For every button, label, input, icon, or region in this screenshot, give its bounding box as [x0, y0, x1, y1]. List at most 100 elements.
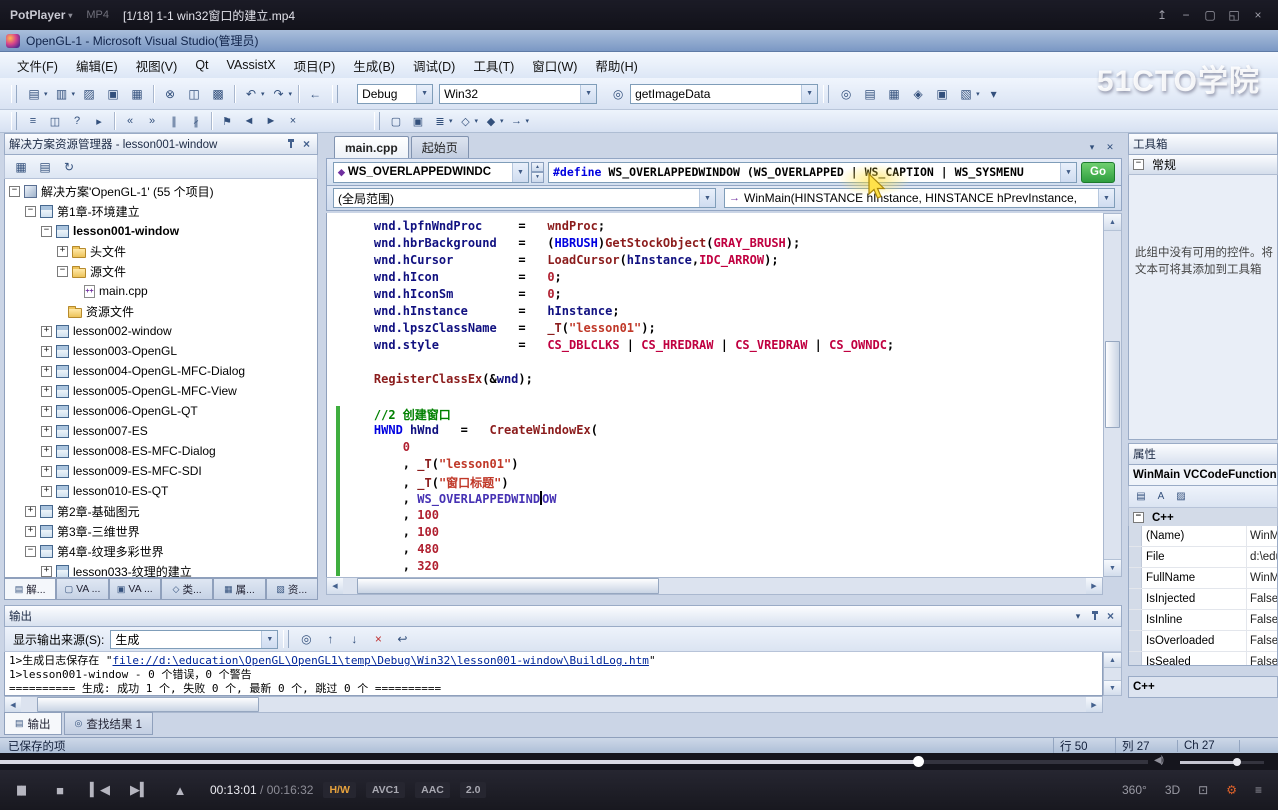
tree-expand-icon[interactable]: + — [41, 366, 52, 377]
settings-gear-icon[interactable]: ⚙ — [1226, 783, 1237, 797]
va-definition-combo[interactable]: #define WS_OVERLAPPEDWINDOW (WS_OVERLAPP… — [548, 162, 1077, 183]
va-spin-up-icon[interactable]: ▲ — [531, 162, 544, 173]
clear-all-icon[interactable]: × — [367, 628, 389, 650]
word-wrap-icon[interactable]: ↩ — [391, 628, 413, 650]
tree-item[interactable]: +lesson010-ES-QT — [5, 481, 317, 501]
tree-item[interactable]: +lesson009-ES-MFC-SDI — [5, 461, 317, 481]
tree-expand-icon[interactable]: + — [41, 406, 52, 417]
va-find-combo[interactable]: getImageData▼ — [630, 84, 818, 104]
tree-expand-icon[interactable]: − — [25, 206, 36, 217]
tree-expand-icon[interactable]: − — [57, 266, 68, 277]
show-all-files-icon[interactable]: ▤ — [34, 156, 56, 178]
toolbar-grip[interactable] — [332, 85, 338, 103]
output-tab[interactable]: ◎查找结果 1 — [64, 712, 153, 735]
va-context-icon[interactable]: ◇ — [456, 112, 476, 131]
context-combo[interactable]: → WinMain(HINSTANCE hInstance, HINSTANCE… — [724, 188, 1115, 208]
tree-expand-icon[interactable]: + — [41, 386, 52, 397]
solution-explorer-icon[interactable]: ▤ — [859, 83, 881, 105]
explorer-tab[interactable]: ▣VA ... — [109, 578, 161, 600]
tree-item[interactable]: +lesson005-OpenGL-MFC-View — [5, 381, 317, 401]
fullscreen-icon[interactable]: ◱ — [1222, 5, 1246, 25]
pause-button[interactable]: ▮▮ — [0, 782, 40, 798]
chevron-down-icon[interactable]: ▼ — [699, 189, 715, 207]
menu-item[interactable]: 窗口(W) — [523, 52, 586, 79]
dropdown-arrow-icon[interactable]: ▾ — [72, 90, 76, 98]
tree-expand-icon[interactable]: + — [41, 446, 52, 457]
va-refactor-icon[interactable]: ◆ — [481, 112, 501, 131]
scrollbar-thumb[interactable] — [1105, 341, 1120, 428]
chevron-down-icon[interactable]: ▼ — [1060, 163, 1076, 182]
screen-capture-icon[interactable]: ⊡ — [1198, 783, 1208, 797]
bookmark-prev-icon[interactable]: ◄ — [239, 112, 259, 131]
output-log[interactable]: 1>生成日志保存在 "file://d:\education\OpenGL\Op… — [4, 652, 1103, 696]
scroll-up-icon[interactable]: ▲ — [1104, 653, 1121, 668]
document-tab[interactable]: main.cpp — [334, 136, 409, 158]
document-tab[interactable]: 起始页 — [411, 136, 469, 158]
editor-vertical-scrollbar[interactable]: ▲ ▼ — [1103, 213, 1122, 577]
va-methods-list-icon[interactable]: ≣ — [430, 112, 450, 131]
parameter-info-icon[interactable]: ◫ — [45, 112, 65, 131]
maximize-icon[interactable]: ▢ — [1198, 5, 1222, 25]
editor-horizontal-scrollbar[interactable]: ◀ ▶ — [326, 577, 1103, 595]
tree-item[interactable]: ++main.cpp — [5, 281, 317, 301]
menu-item[interactable]: 调试(D) — [404, 52, 464, 79]
properties-object-combo[interactable]: WinMain VCCodeFunction — [1128, 465, 1278, 486]
tree-item[interactable]: −源文件 — [5, 261, 317, 281]
tree-expand-icon[interactable]: + — [41, 326, 52, 337]
scope-combo[interactable]: (全局范围) ▼ — [333, 188, 716, 208]
dropdown-arrow-icon[interactable]: ▾ — [44, 90, 48, 98]
refresh-icon[interactable]: ↻ — [58, 156, 80, 178]
explorer-tab[interactable]: ▧资... — [266, 578, 318, 600]
tree-item[interactable]: +lesson003-OpenGL — [5, 341, 317, 361]
find-message-icon[interactable]: ◎ — [295, 628, 317, 650]
360-view-icon[interactable]: 360° — [1122, 783, 1147, 797]
toolbox-icon[interactable]: ▣ — [931, 83, 953, 105]
tree-expand-icon[interactable]: + — [41, 486, 52, 497]
toolbar-grip[interactable] — [374, 112, 380, 130]
previous-button[interactable]: ▍◀ — [80, 782, 120, 798]
scroll-right-icon[interactable]: ▶ — [1086, 697, 1102, 712]
paste-icon[interactable]: ▩ — [207, 83, 229, 105]
property-row[interactable]: FullNameWinMa — [1129, 568, 1277, 589]
word-completion-icon[interactable]: ▸ — [89, 112, 109, 131]
indent-decrease-icon[interactable]: « — [120, 112, 140, 131]
tree-expand-icon[interactable]: + — [41, 466, 52, 477]
find-in-files-icon[interactable]: ◎ — [835, 83, 857, 105]
chevron-down-icon[interactable]: ▾ — [1070, 608, 1086, 624]
dropdown-arrow-icon[interactable]: ▾ — [526, 117, 530, 125]
scroll-left-icon[interactable]: ◀ — [5, 697, 21, 712]
scrollbar-thumb[interactable] — [37, 697, 259, 712]
menu-item[interactable]: 帮助(H) — [586, 52, 646, 79]
chevron-down-icon[interactable]: ▼ — [1098, 189, 1114, 207]
tree-item[interactable]: +第3章-三维世界 — [5, 521, 317, 541]
tree-item[interactable]: +lesson002-window — [5, 321, 317, 341]
menu-item[interactable]: Qt — [186, 54, 217, 76]
save-all-icon[interactable]: ▦ — [126, 83, 148, 105]
property-row[interactable]: IsSealedFalse — [1129, 652, 1277, 666]
chevron-down-icon[interactable]: ▼ — [261, 631, 277, 648]
volume-icon[interactable]: ◀) — [1154, 755, 1163, 766]
tree-item[interactable]: −第4章-纹理多彩世界 — [5, 541, 317, 561]
va-go-button[interactable]: Go — [1081, 162, 1115, 183]
explorer-tab[interactable]: ◇类... — [161, 578, 213, 600]
volume-slider[interactable] — [1180, 761, 1264, 764]
indent-increase-icon[interactable]: » — [142, 112, 162, 131]
menu-item[interactable]: VAssistX — [218, 54, 285, 76]
volume-handle[interactable] — [1233, 758, 1241, 766]
scroll-down-icon[interactable]: ▼ — [1104, 559, 1121, 576]
va-symbol-combo[interactable]: ◆ WS_OVERLAPPEDWINDC ▼ — [333, 162, 529, 183]
tree-expand-icon[interactable]: + — [25, 506, 36, 517]
document-list-icon[interactable]: ▾ — [1084, 139, 1100, 155]
seek-bar[interactable] — [0, 760, 1148, 764]
menu-item[interactable]: 编辑(E) — [67, 52, 127, 79]
dropdown-arrow-icon[interactable]: ▾ — [475, 117, 479, 125]
tree-item[interactable]: +lesson006-OpenGL-QT — [5, 401, 317, 421]
tree-expand-icon[interactable]: − — [9, 186, 20, 197]
output-tab[interactable]: ▤输出 — [4, 712, 62, 735]
bookmark-next-icon[interactable]: ► — [261, 112, 281, 131]
platform-combo[interactable]: Win32▼ — [439, 84, 597, 104]
tree-item[interactable]: −解决方案'OpenGL-1' (55 个项目) — [5, 181, 317, 201]
dropdown-arrow-icon[interactable]: ▾ — [289, 90, 293, 98]
seek-handle[interactable] — [913, 756, 924, 767]
open-file-icon[interactable]: ▨ — [78, 83, 100, 105]
